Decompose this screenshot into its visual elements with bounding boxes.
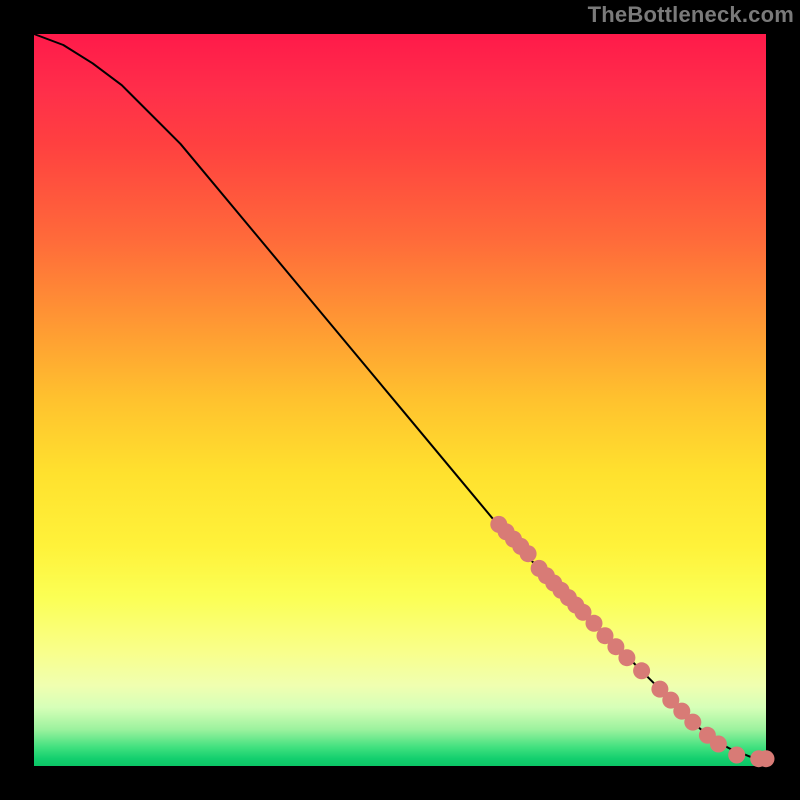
plot-svg — [34, 34, 766, 766]
data-marker — [684, 714, 701, 731]
data-marker — [618, 649, 635, 666]
data-marker — [710, 736, 727, 753]
attribution-label: TheBottleneck.com — [588, 2, 794, 28]
data-marker — [633, 662, 650, 679]
data-marker — [520, 545, 537, 562]
data-marker — [728, 747, 745, 764]
chart-stage: TheBottleneck.com — [0, 0, 800, 800]
markers-group — [490, 516, 774, 767]
bottleneck-curve — [34, 34, 766, 759]
data-marker — [758, 750, 775, 767]
plot-area — [34, 34, 766, 766]
